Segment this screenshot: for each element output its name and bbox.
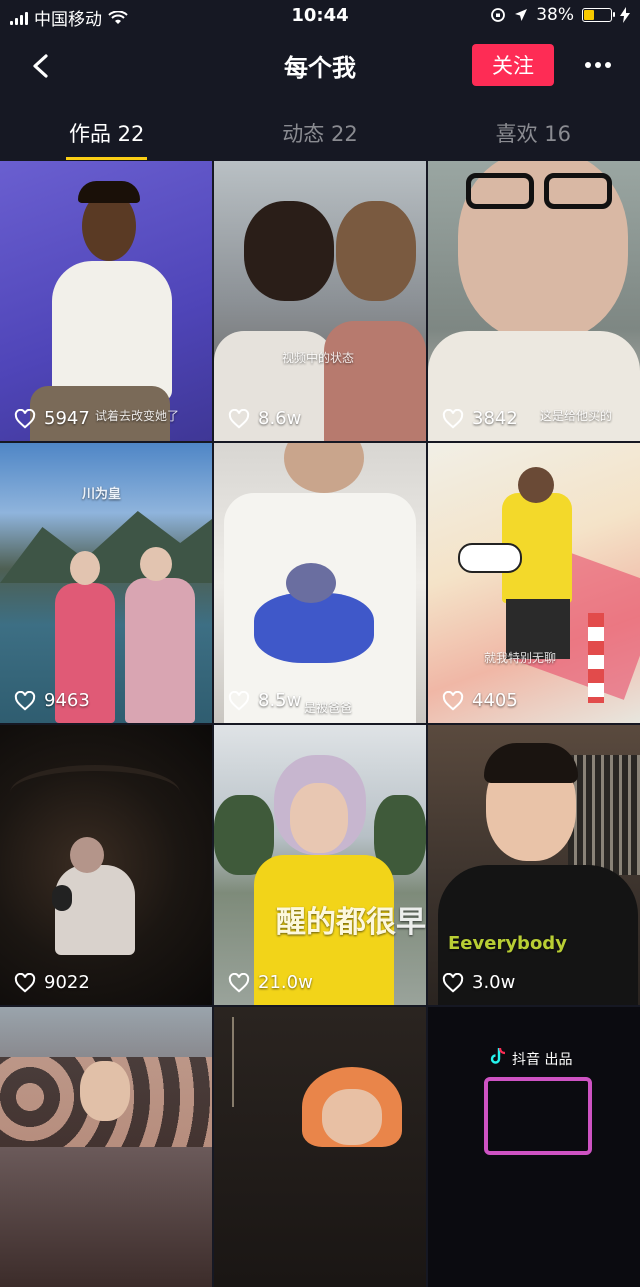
like-count-label: 9022 [44,972,90,993]
like-count-label: 21.0w [258,972,313,993]
like-count-label: 4405 [472,690,518,711]
video-caption: 这是给他买的 [540,409,613,423]
rotation-lock-icon [491,8,506,22]
video-thumbnail[interactable]: 视频中的状态 8.6w [214,161,426,441]
like-count: 5947 [14,408,90,429]
video-thumbnail[interactable]: 醒的都很早 21.0w [214,725,426,1005]
heart-icon [14,408,36,428]
video-grid: 试着去改变她了 5947 视频中的状态 8.6w 这是给他买的 3842 川为皇… [0,161,640,1287]
location-icon [515,9,528,21]
video-thumbnail[interactable] [0,1007,212,1287]
tab-updates[interactable]: 动态 22 [213,100,426,160]
like-count-label: 8.5w [258,690,302,711]
like-count: 8.5w [228,690,301,711]
person-figure [52,261,172,401]
tab-likes[interactable]: 喜欢 16 [427,100,640,160]
like-count: 9463 [14,690,90,711]
like-count-label: 9463 [44,690,90,711]
person-figure [80,1061,130,1121]
profile-tabs: 作品 22 动态 22 喜欢 16 [0,100,640,160]
battery-icon [582,8,615,22]
video-thumbnail[interactable]: 抖音 出品 [428,1007,640,1287]
like-count: 8.6w [228,408,301,429]
charging-icon [620,7,630,23]
video-caption: 抖音 出品 [512,1052,573,1068]
like-count-label: 5947 [44,408,90,429]
like-count-label: 8.6w [258,408,302,429]
video-caption: 川为皇 [82,487,122,502]
tiktok-logo-icon [490,1047,506,1065]
heart-icon [228,690,250,710]
person-figure [244,201,334,301]
video-caption: Eeverybody [448,933,567,954]
microphone-icon [52,885,72,911]
heart-icon [14,690,36,710]
video-thumbnail[interactable]: 9022 [0,725,212,1005]
video-caption: 是被爸爸 [304,701,353,715]
video-caption: 视频中的状态 [282,351,355,365]
like-count-label: 3.0w [472,972,516,993]
video-thumbnail[interactable]: 是被爸爸 8.5w [214,443,426,723]
heart-icon [442,690,464,710]
person-figure [55,865,135,955]
like-count: 3842 [442,408,518,429]
heart-icon [228,408,250,428]
video-caption: 试着去改变她了 [95,409,180,423]
like-count: 3.0w [442,972,515,993]
more-options-icon[interactable] [578,50,618,80]
video-thumbnail[interactable]: 就我特别无聊 4405 [428,443,640,723]
profile-header: 每个我 关注 [0,34,640,98]
video-caption: 就我特别无聊 [484,651,557,665]
like-count: 9022 [14,972,90,993]
like-count-label: 3842 [472,408,518,429]
video-thumbnail[interactable]: 试着去改变她了 5947 [0,161,212,441]
video-thumbnail[interactable]: 这是给他买的 3842 [428,161,640,441]
follow-button[interactable]: 关注 [472,44,554,86]
heart-icon [14,972,36,992]
video-thumbnail[interactable] [214,1007,426,1287]
like-count: 4405 [442,690,518,711]
tab-works[interactable]: 作品 22 [0,100,213,160]
video-thumbnail[interactable]: 川为皇 9463 [0,443,212,723]
video-caption: 醒的都很早 [276,905,426,940]
battery-percent: 38% [536,5,574,25]
heart-icon [442,408,464,428]
heart-icon [228,972,250,992]
status-bar: 中国移动 10:44 38% [0,0,640,34]
heart-icon [442,972,464,992]
video-thumbnail[interactable]: Eeverybody 3.0w [428,725,640,1005]
like-count: 21.0w [228,972,313,993]
kaws-figure [254,593,374,663]
back-arrow-icon[interactable] [22,46,62,86]
